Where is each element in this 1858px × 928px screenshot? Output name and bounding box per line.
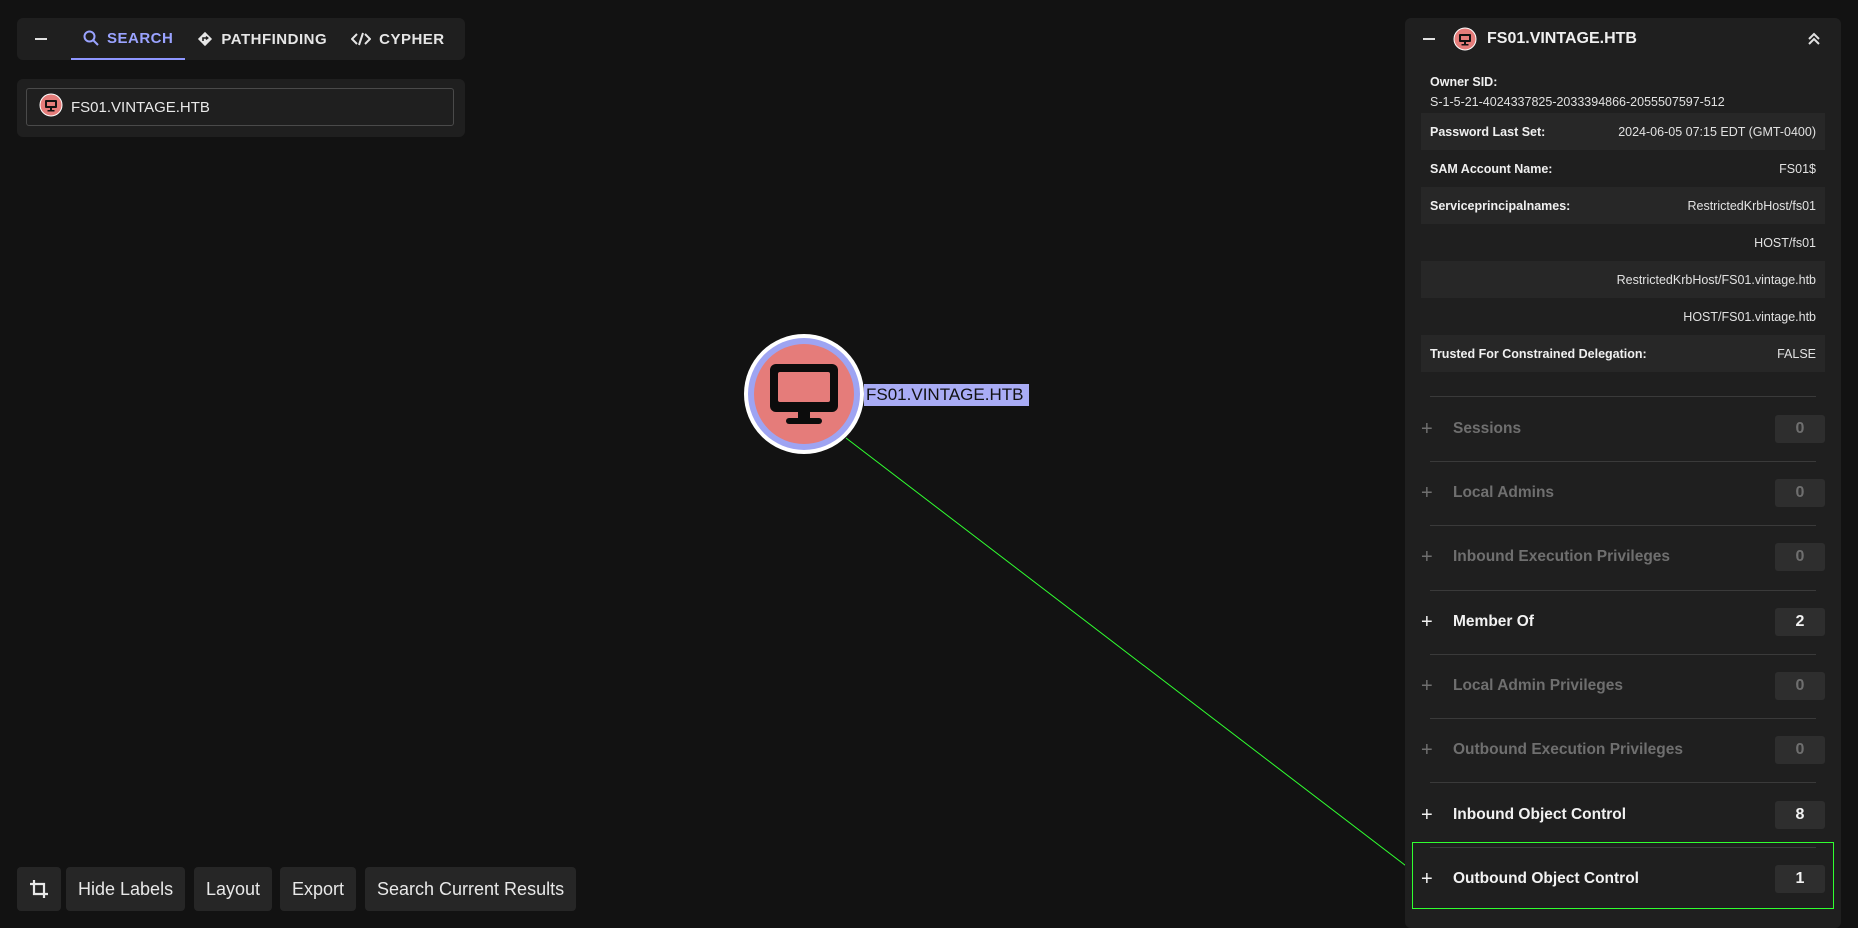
- prop-value: HOST/fs01: [1754, 235, 1816, 250]
- section-count: 0: [1775, 543, 1825, 571]
- export-button[interactable]: Export: [280, 867, 357, 911]
- section-inbound-execution-privileges[interactable]: + Inbound Execution Privileges 0: [1421, 525, 1825, 589]
- computer-icon: [39, 93, 63, 122]
- section-count: 2: [1775, 608, 1825, 636]
- section-count: 0: [1775, 479, 1825, 507]
- owner-sid-value: S-1-5-21-4024337825-2033394866-205550759…: [1430, 95, 1725, 109]
- computer-icon: [1453, 27, 1477, 51]
- prop-key: SAM Account Name:: [1430, 161, 1553, 176]
- prop-row: HOST/FS01.vintage.htb: [1421, 298, 1825, 335]
- owner-sid-row: Owner SID: S-1-5-21-4024337825-203339486…: [1421, 68, 1825, 113]
- tab-search[interactable]: SEARCH: [71, 18, 186, 60]
- section-label: Outbound Execution Privileges: [1453, 741, 1683, 758]
- prop-value: RestrictedKrbHost/fs01: [1687, 198, 1816, 213]
- prop-value: FALSE: [1777, 346, 1816, 361]
- search-panel: FS01.VINTAGE.HTB: [17, 79, 465, 137]
- section-label: Local Admin Privileges: [1453, 677, 1623, 694]
- double-chevron-up-icon: [1808, 32, 1820, 45]
- computer-icon: [770, 364, 838, 424]
- entity-panel: FS01.VINTAGE.HTB Owner SID: S-1-5-21-402…: [1405, 18, 1841, 928]
- section-count: 0: [1775, 736, 1825, 764]
- hide-labels-button[interactable]: Hide Labels: [66, 867, 186, 911]
- tab-search-label: SEARCH: [107, 29, 174, 47]
- plus-icon: +: [1421, 481, 1433, 504]
- graph-node-label: FS01.VINTAGE.HTB: [864, 384, 1030, 406]
- prop-key: Password Last Set:: [1430, 124, 1546, 139]
- crop-button[interactable]: [17, 867, 61, 911]
- prop-row: Trusted For Constrained Delegation: FALSE: [1421, 335, 1825, 372]
- prop-row: HOST/fs01: [1421, 224, 1825, 261]
- prop-value: RestrictedKrbHost/FS01.vintage.htb: [1616, 272, 1816, 287]
- section-label: Member Of: [1453, 613, 1534, 630]
- search-input[interactable]: FS01.VINTAGE.HTB: [26, 88, 454, 126]
- entity-panel-title: FS01.VINTAGE.HTB: [1487, 30, 1637, 47]
- search-current-results-button[interactable]: Search Current Results: [365, 867, 577, 911]
- plus-icon: +: [1421, 867, 1433, 890]
- section-member-of[interactable]: + Member Of 2: [1421, 590, 1825, 654]
- tab-pathfinding[interactable]: PATHFINDING: [185, 18, 339, 60]
- section-sessions[interactable]: + Sessions 0: [1421, 397, 1825, 461]
- plus-icon: +: [1421, 803, 1433, 826]
- section-label: Local Admins: [1453, 484, 1555, 501]
- code-icon: [351, 31, 372, 47]
- top-nav: SEARCH PATHFINDING CYPHER: [17, 18, 465, 60]
- plus-icon: +: [1421, 674, 1433, 697]
- prop-value: HOST/FS01.vintage.htb: [1683, 309, 1816, 324]
- section-label: Inbound Execution Privileges: [1453, 548, 1671, 565]
- section-label: Inbound Object Control: [1453, 806, 1627, 823]
- plus-icon: +: [1421, 738, 1433, 761]
- prop-value: 2024-06-05 07:15 EDT (GMT-0400): [1618, 124, 1816, 139]
- tab-cypher-label: CYPHER: [379, 30, 445, 48]
- section-local-admins[interactable]: + Local Admins 0: [1421, 461, 1825, 525]
- minus-icon: [35, 38, 47, 40]
- section-outbound-execution-privileges[interactable]: + Outbound Execution Privileges 0: [1421, 718, 1825, 782]
- search-icon: [83, 30, 99, 46]
- collapse-panel-button[interactable]: [1405, 18, 1453, 60]
- prop-row: Password Last Set: 2024-06-05 07:15 EDT (…: [1421, 113, 1825, 150]
- prop-row: RestrictedKrbHost/FS01.vintage.htb: [1421, 261, 1825, 298]
- collapse-nav-button[interactable]: [17, 18, 65, 60]
- minus-icon: [1423, 38, 1435, 40]
- graph-node-computer[interactable]: [744, 334, 864, 454]
- tab-pathfinding-label: PATHFINDING: [221, 30, 328, 48]
- prop-value: FS01$: [1779, 161, 1816, 176]
- plus-icon: +: [1421, 545, 1433, 568]
- expand-collapse-button[interactable]: [1793, 18, 1835, 60]
- prop-key: Trusted For Constrained Delegation:: [1430, 346, 1647, 361]
- section-count: 0: [1775, 672, 1825, 700]
- properties-list: Owner SID: S-1-5-21-4024337825-203339486…: [1421, 68, 1825, 372]
- section-local-admin-privileges[interactable]: + Local Admin Privileges 0: [1421, 654, 1825, 718]
- node-ring: [748, 338, 860, 450]
- section-count: 0: [1775, 415, 1825, 443]
- crop-icon: [30, 880, 48, 898]
- plus-icon: +: [1421, 417, 1433, 440]
- prop-row: Serviceprincipalnames: RestrictedKrbHost/…: [1421, 187, 1825, 224]
- section-count: 1: [1775, 865, 1825, 893]
- section-label: Outbound Object Control: [1453, 870, 1639, 887]
- graph-edge: [845, 437, 1415, 873]
- section-label: Sessions: [1453, 420, 1522, 437]
- tab-cypher[interactable]: CYPHER: [339, 18, 457, 60]
- diamond-route-icon: [197, 31, 213, 47]
- search-input-value: FS01.VINTAGE.HTB: [71, 98, 210, 116]
- section-inbound-object-control[interactable]: + Inbound Object Control 8: [1421, 783, 1825, 847]
- prop-row: SAM Account Name: FS01$: [1421, 150, 1825, 187]
- entity-panel-header: FS01.VINTAGE.HTB: [1405, 18, 1841, 60]
- section-outbound-object-control[interactable]: + Outbound Object Control 1: [1421, 847, 1825, 911]
- owner-sid-label: Owner SID:: [1430, 75, 1498, 89]
- layout-button[interactable]: Layout: [194, 867, 273, 911]
- node-core: [754, 344, 854, 444]
- section-count: 8: [1775, 801, 1825, 829]
- plus-icon: +: [1421, 610, 1433, 633]
- prop-key: Serviceprincipalnames:: [1430, 198, 1571, 213]
